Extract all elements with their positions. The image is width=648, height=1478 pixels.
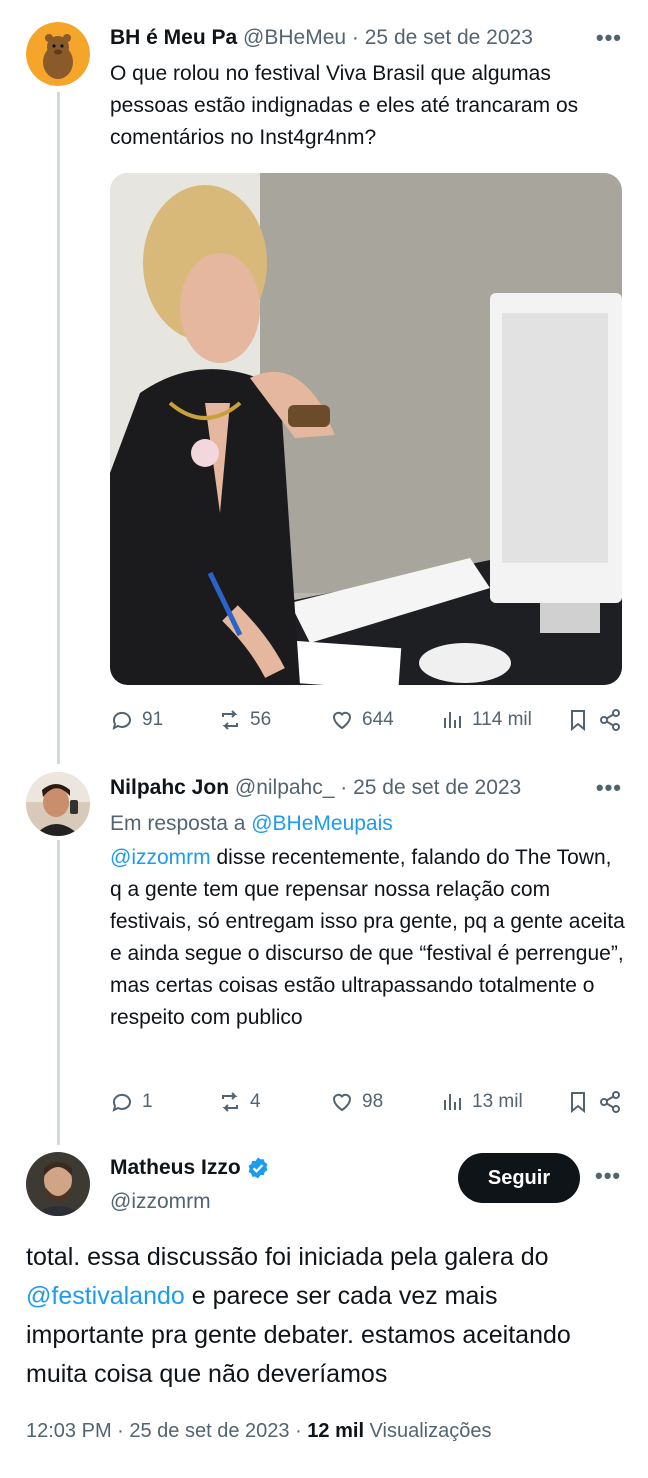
bookmark-icon[interactable] (566, 1090, 590, 1114)
retweet-count: 56 (250, 709, 272, 730)
author-name-row: Matheus Izzo (110, 1152, 270, 1184)
like-button[interactable]: 644 (330, 708, 440, 732)
tweet-actions: 1 4 98 13 mil (110, 1087, 622, 1117)
tweet-header: BH é Meu Pa @BHeMeu · 25 de set de 2023 … (110, 22, 622, 54)
retweet-icon (222, 1092, 238, 1112)
tweet-text: @izzomrm disse recentemente, falando do … (110, 842, 628, 1034)
tweet-text: O que rolou no festival Viva Brasil que … (110, 62, 579, 149)
reply-icon (112, 1093, 131, 1112)
reply-button[interactable]: 91 (110, 708, 218, 732)
views-icon (444, 712, 461, 728)
tweet-time[interactable]: · 25 de set de 2023 (340, 776, 521, 800)
like-button[interactable]: 98 (330, 1090, 440, 1114)
views-icon (444, 1094, 461, 1110)
share-icon[interactable] (598, 1090, 622, 1114)
retweet-button[interactable]: 56 (218, 708, 330, 732)
retweet-count: 4 (250, 1091, 261, 1112)
like-count: 98 (362, 1091, 384, 1112)
thread-line (57, 92, 60, 764)
mention-link[interactable]: @festivalando (26, 1282, 185, 1310)
thread-line (57, 840, 60, 1145)
views-count: 13 mil (472, 1091, 523, 1112)
more-icon[interactable]: ••• (595, 1163, 621, 1189)
heart-icon (332, 1093, 352, 1112)
author-handle-row: @izzomrm (110, 1186, 211, 1218)
views-label: Visualizações (364, 1420, 492, 1442)
reply-to-link[interactable]: @BHeMeupais (251, 812, 393, 835)
avatar[interactable] (26, 772, 90, 836)
author-name[interactable]: BH é Meu Pa (110, 26, 237, 50)
more-icon[interactable]: ••• (596, 775, 622, 801)
follow-button[interactable]: Seguir (458, 1153, 580, 1203)
bookmark-icon[interactable] (566, 708, 590, 732)
reply-button[interactable]: 1 (110, 1090, 218, 1114)
heart-icon (332, 711, 352, 730)
retweet-icon (222, 710, 238, 730)
reply-count: 1 (142, 1091, 153, 1112)
retweet-button[interactable]: 4 (218, 1090, 330, 1114)
reply-prefix: Em resposta a (110, 812, 252, 835)
views-count: 114 mil (472, 709, 532, 730)
tweet-footer: 12:03 PM · 25 de set de 2023 · 12 mil Vi… (26, 1420, 491, 1443)
avatar[interactable] (26, 1152, 90, 1216)
author-handle[interactable]: @izzomrm (110, 1190, 211, 1214)
post-time[interactable]: 12:03 PM · 25 de set de 2023 · (26, 1420, 307, 1442)
views-button[interactable]: 114 mil (440, 708, 560, 732)
share-icon[interactable] (598, 708, 622, 732)
reply-context: Em resposta a @BHeMeupais (110, 808, 628, 840)
author-handle[interactable]: @BHeMeu (243, 26, 346, 50)
more-icon[interactable]: ••• (596, 25, 622, 51)
main-tweet-text: total. essa discussão foi iniciada pela … (26, 1238, 622, 1394)
avatar[interactable] (26, 22, 90, 86)
author-name[interactable]: Matheus Izzo (110, 1156, 241, 1180)
tweet-header: Nilpahc Jon @nilpahc_ · 25 de set de 202… (110, 772, 622, 804)
tweet-image[interactable] (110, 173, 622, 685)
tweet-actions: 91 56 644 114 mil (110, 705, 622, 735)
views-count: 12 mil (307, 1420, 364, 1442)
like-count: 644 (362, 709, 394, 730)
reply-icon (112, 711, 131, 730)
mention-link[interactable]: @izzomrm (110, 846, 211, 869)
author-name[interactable]: Nilpahc Jon (110, 776, 229, 800)
tweet-text-body: disse recentemente, falando do The Town,… (110, 846, 625, 1029)
verified-badge-icon (248, 1157, 268, 1179)
tweet-time[interactable]: · 25 de set de 2023 (352, 26, 533, 50)
views-button[interactable]: 13 mil (440, 1090, 560, 1114)
author-handle[interactable]: @nilpahc_ (235, 776, 335, 800)
reply-count: 91 (142, 709, 164, 730)
main-text-part1: total. essa discussão foi iniciada pela … (26, 1243, 549, 1271)
